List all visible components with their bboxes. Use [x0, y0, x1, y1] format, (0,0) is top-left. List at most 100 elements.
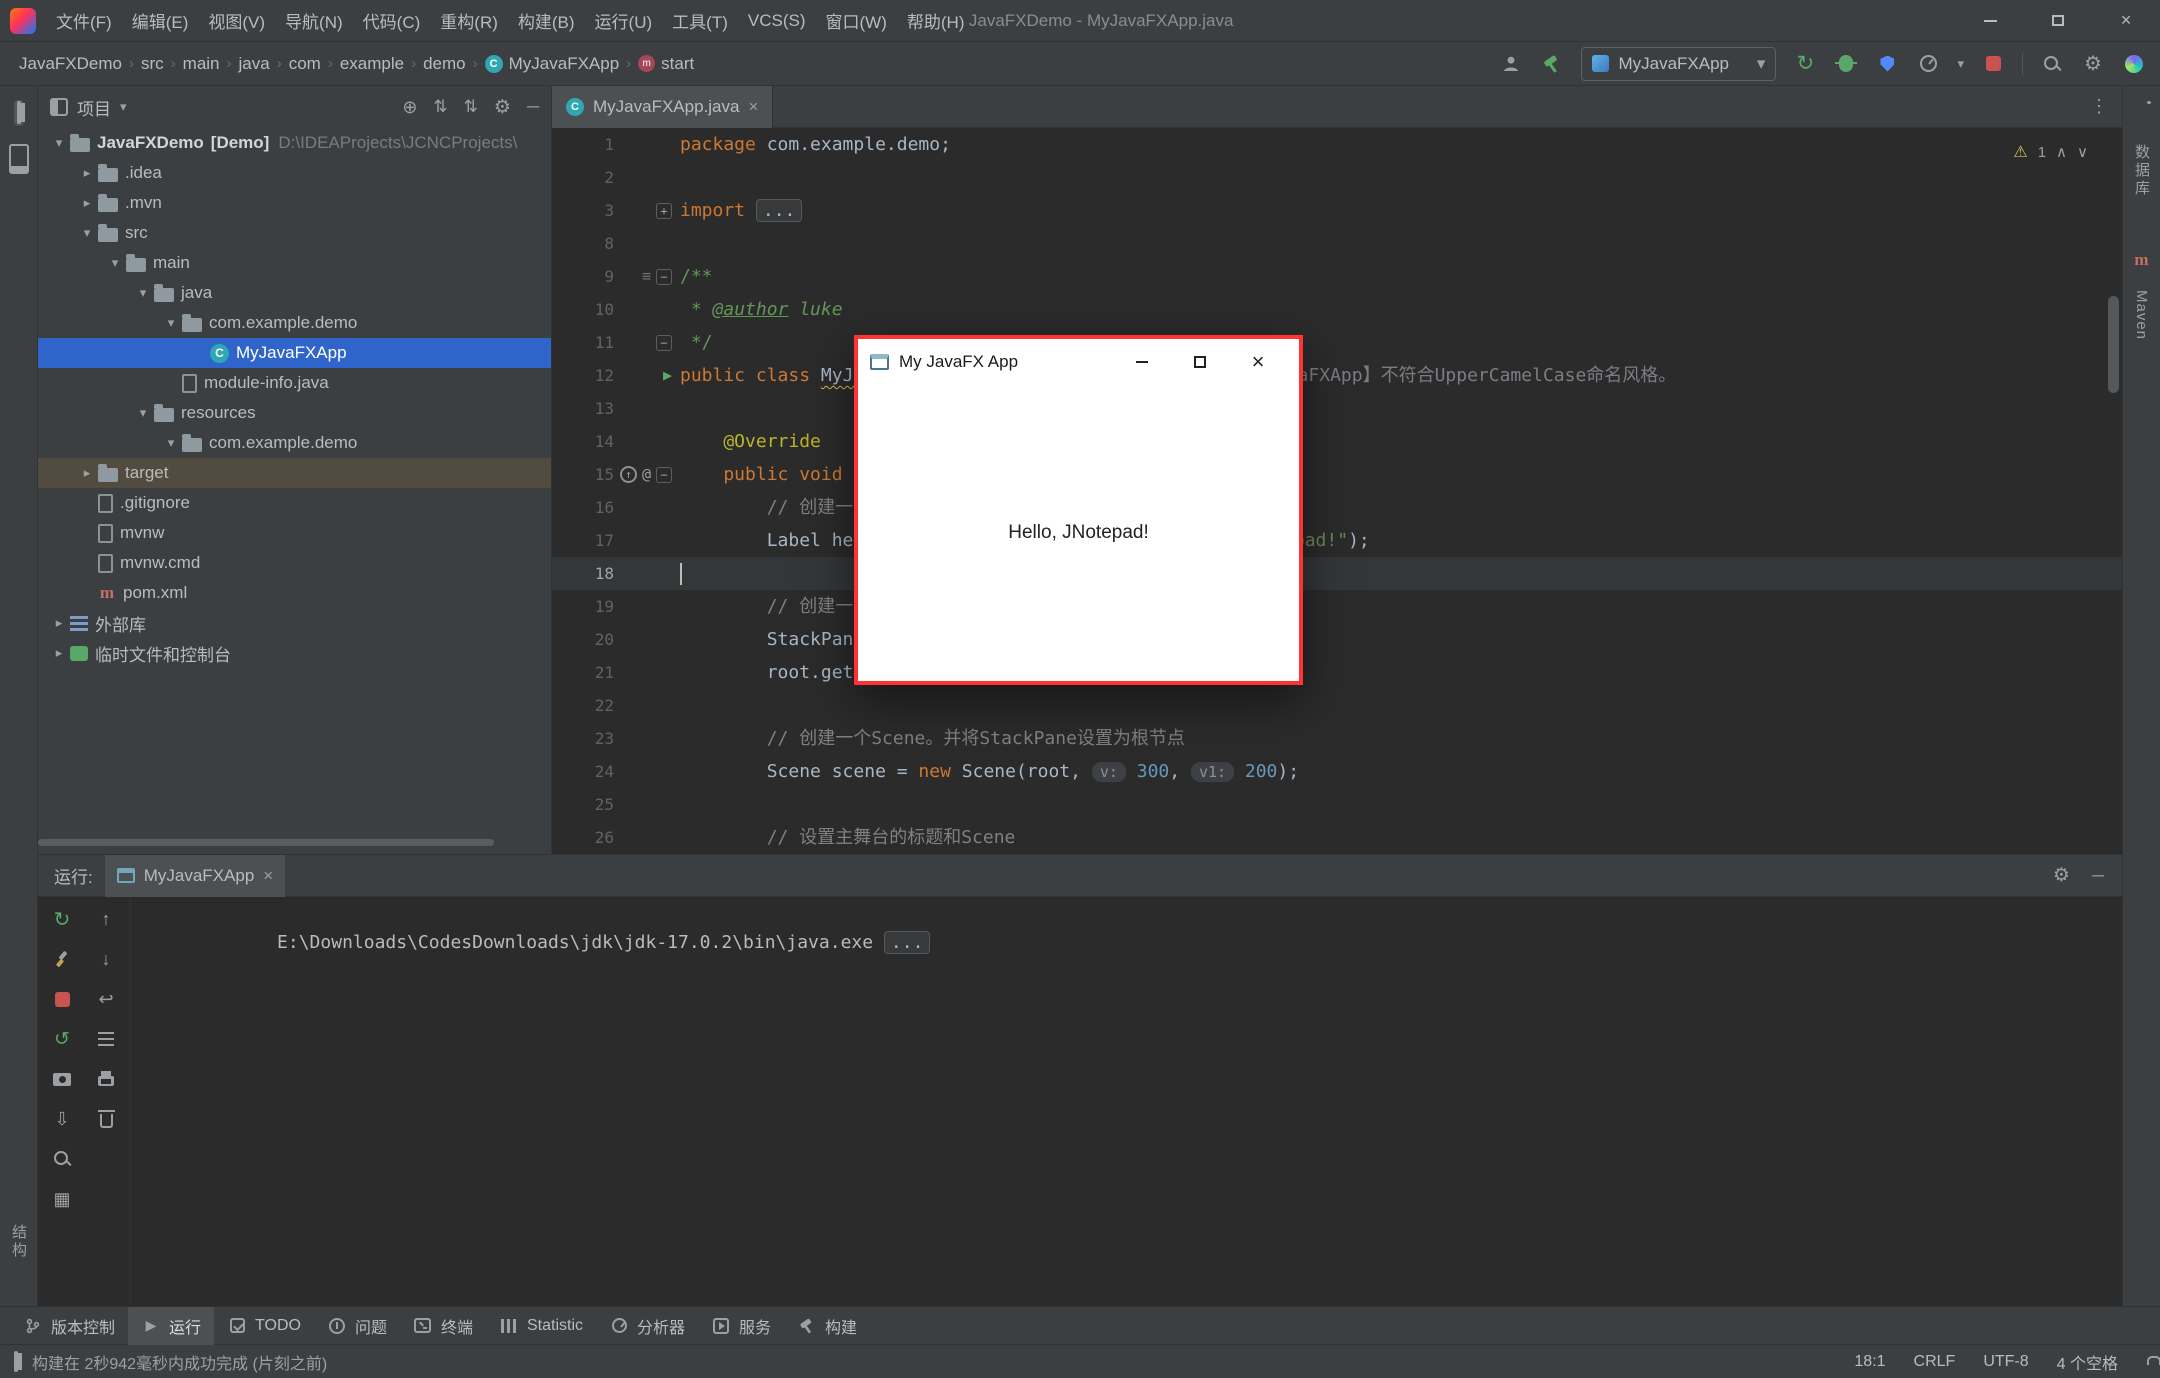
maven-toolwindow-button[interactable]: Maven [2133, 290, 2150, 340]
code-line[interactable]: 19 // 创建一个StackPane布局 [552, 590, 2122, 623]
tree-item[interactable]: ▾com.example.demo [38, 428, 551, 458]
toolwindow-button-problems[interactable]: 问题 [314, 1307, 400, 1345]
line-number[interactable]: 23 [552, 722, 614, 755]
line-number[interactable]: 15 [552, 458, 614, 491]
down-stack-icon[interactable]: ↓ [94, 947, 118, 971]
run-tab[interactable]: MyJavaFXApp × [105, 855, 285, 897]
stop-run-button[interactable] [50, 987, 74, 1011]
profiler-button[interactable] [1916, 52, 1940, 76]
breadcrumb-item-method[interactable]: mstart [633, 54, 699, 74]
tree-item[interactable]: ▸target [38, 458, 551, 488]
line-number[interactable]: 9 [552, 260, 614, 293]
chevron-down-icon[interactable]: ▾ [78, 225, 96, 241]
breadcrumb-item[interactable]: com [284, 54, 326, 74]
minimize-panel-icon[interactable]: ─ [2092, 866, 2104, 886]
line-number[interactable]: 11 [552, 326, 614, 359]
tree-item[interactable]: ▾src [38, 218, 551, 248]
line-number[interactable]: 17 [552, 524, 614, 557]
code-text[interactable] [680, 689, 2122, 722]
chevron-right-icon[interactable]: ▸ [78, 165, 96, 181]
javafx-window-titlebar[interactable]: My JavaFX App × [858, 339, 1299, 385]
menu-item[interactable]: 导航(N) [275, 0, 353, 42]
code-line[interactable]: 10 * @author luke [552, 293, 2122, 326]
dump-download-icon[interactable]: ⇩ [50, 1107, 74, 1131]
build-project-button[interactable] [1540, 52, 1564, 76]
chevron-down-icon[interactable]: ▾ [162, 315, 180, 331]
line-number[interactable]: 3 [552, 194, 614, 227]
tree-item[interactable]: ▸外部库 [38, 608, 551, 638]
chevron-right-icon[interactable]: ▸ [50, 615, 68, 631]
code-text[interactable]: Scene scene = new Scene(root, v: 300, v1… [680, 755, 2122, 788]
line-number[interactable]: 26 [552, 821, 614, 854]
stop-button[interactable] [1981, 52, 2005, 76]
line-number[interactable]: 22 [552, 689, 614, 722]
code-line[interactable]: 3+import ... [552, 194, 2122, 227]
code-line[interactable]: 22 [552, 689, 2122, 722]
javafx-minimize-button[interactable] [1113, 339, 1171, 385]
breadcrumb-item[interactable]: demo [418, 54, 471, 74]
toolwindow-button-statistic[interactable]: Statistic [486, 1307, 596, 1345]
tree-item[interactable]: mvnw [38, 518, 551, 548]
code-line[interactable]: 24 Scene scene = new Scene(root, v: 300,… [552, 755, 2122, 788]
database-toolwindow-button[interactable]: 数据库 [2131, 144, 2152, 198]
editor-scrollbar[interactable] [2108, 296, 2119, 393]
code-line[interactable]: 2 [552, 161, 2122, 194]
breadcrumb-item-class[interactable]: CMyJavaFXApp [480, 54, 625, 74]
code-line[interactable]: 13 [552, 392, 2122, 425]
project-view-dropdown[interactable]: ▾ [120, 99, 127, 115]
restart-icon[interactable]: ↺ [50, 1027, 74, 1051]
chevron-right-icon[interactable]: ▸ [78, 195, 96, 211]
code-text[interactable]: package com.example.demo; [680, 128, 2122, 161]
tab-close-icon[interactable]: × [748, 97, 758, 117]
locate-file-button[interactable]: ⊕ [402, 97, 417, 118]
rerun-button[interactable]: ↻ [1793, 52, 1817, 76]
toolwindow-button-vcs[interactable]: 版本控制 [10, 1307, 128, 1345]
toolwindow-button-todo[interactable]: TODO [214, 1307, 314, 1345]
up-stack-icon[interactable]: ↑ [94, 907, 118, 931]
menu-item[interactable]: 运行(U) [585, 0, 663, 42]
run-settings-icon[interactable]: ⚙ [2053, 864, 2070, 887]
chevron-right-icon[interactable]: ▸ [78, 465, 96, 481]
rerun-icon[interactable]: ↻ [50, 907, 74, 931]
breadcrumb-item[interactable]: java [234, 54, 275, 74]
clear-console-button[interactable] [94, 1107, 118, 1131]
code-text[interactable]: // 设置主舞台的标题和Scene [680, 821, 2122, 854]
tree-item[interactable]: ▾resources [38, 398, 551, 428]
edit-config-icon[interactable] [50, 947, 74, 971]
settings-button[interactable]: ⚙ [2081, 52, 2105, 76]
caret-position-widget[interactable]: 18:1 [1854, 1353, 1885, 1371]
chevron-down-icon[interactable]: ▾ [162, 435, 180, 451]
line-number[interactable]: 16 [552, 491, 614, 524]
search-console-button[interactable] [50, 1147, 74, 1171]
next-warning-icon[interactable]: ∨ [2077, 136, 2088, 169]
debug-button[interactable] [1834, 52, 1858, 76]
run-configuration-select[interactable]: MyJavaFXApp ▾ [1581, 47, 1776, 81]
restore-layout-icon[interactable]: ▦ [50, 1187, 74, 1211]
toolwindow-button-build[interactable]: 构建 [784, 1307, 870, 1345]
menu-item[interactable]: 窗口(W) [816, 0, 897, 42]
menu-item[interactable]: 编辑(E) [122, 0, 199, 42]
tree-item[interactable]: ▾main [38, 248, 551, 278]
minimize-button[interactable] [1956, 0, 2024, 42]
line-number[interactable]: 10 [552, 293, 614, 326]
javafx-close-button[interactable]: × [1229, 339, 1287, 385]
menu-item[interactable]: 文件(F) [46, 0, 122, 42]
fold-collapse-icon[interactable]: − [656, 269, 672, 285]
fold-expand-icon[interactable]: + [656, 203, 672, 219]
code-text[interactable]: * @author luke [680, 293, 2122, 326]
breadcrumb-item[interactable]: JavaFXDemo [14, 54, 127, 74]
line-number[interactable]: 18 [552, 557, 614, 590]
tree-item[interactable]: .gitignore [38, 488, 551, 518]
code-line[interactable]: 12▶public class MyJavaFXApp extends Appl… [552, 359, 2122, 392]
override-gutter-icon[interactable]: ↑ [620, 466, 637, 483]
chevron-down-icon[interactable]: ▾ [134, 285, 152, 301]
code-line[interactable]: 17 Label helloLabel = new Label(text: "H… [552, 524, 2122, 557]
line-number[interactable]: 25 [552, 788, 614, 821]
line-number[interactable]: 19 [552, 590, 614, 623]
code-text[interactable] [680, 227, 2122, 260]
indent-widget[interactable]: 4 个空格 [2057, 1350, 2118, 1374]
line-number[interactable]: 8 [552, 227, 614, 260]
menu-item[interactable]: VCS(S) [738, 0, 816, 42]
tree-item[interactable]: ▾JavaFXDemo[Demo]D:\IDEAProjects\JCNCPro… [38, 128, 551, 158]
line-number[interactable]: 24 [552, 755, 614, 788]
